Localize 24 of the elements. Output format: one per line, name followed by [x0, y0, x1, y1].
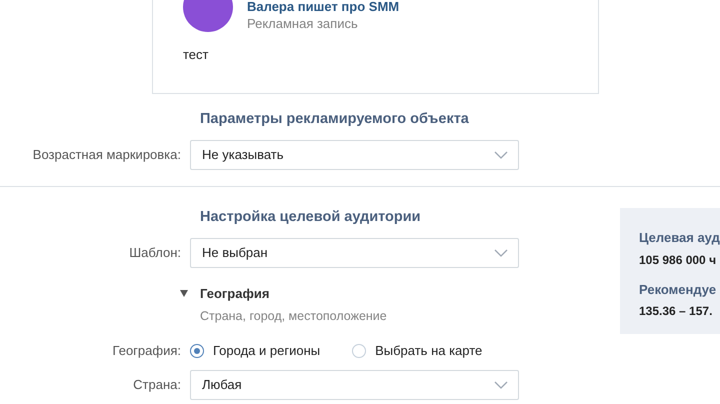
dropdown-field[interactable]: Не указывать [190, 140, 519, 170]
dropdown-field[interactable]: Не выбран [190, 238, 519, 268]
field-label: Страна: [132, 376, 182, 394]
summary-title: Целевая ауд [639, 229, 720, 247]
field-label: География: [112, 342, 182, 360]
summary-value: 105 986 000 ч [639, 252, 718, 268]
post-text: тест [183, 46, 210, 64]
field-label: Возрастная маркировка: [32, 146, 182, 164]
group-title[interactable]: География [200, 284, 270, 304]
summary-value: 135.36 – 157. [639, 303, 714, 320]
radio-option[interactable]: Города и регионы [190, 341, 320, 360]
summary-title: Рекомендуе [639, 280, 718, 299]
dropdown-field[interactable]: Любая [190, 370, 519, 400]
expand-toggle-icon[interactable] [180, 290, 189, 297]
section-heading: Параметры рекламируемого объекта [200, 110, 470, 129]
author-name[interactable]: Валера пишет про SMM [247, 0, 400, 14]
radio-option[interactable]: Выбрать на карте [352, 341, 482, 360]
group-hint: Страна, город, местоположение [200, 308, 388, 326]
chevron-down-icon [494, 380, 508, 388]
field-label: Шаблон: [128, 244, 182, 262]
chevron-down-icon [494, 248, 508, 257]
post-subtitle: Рекламная запись [247, 15, 359, 33]
section-heading: Настройка целевой аудитории [200, 208, 422, 227]
chevron-down-icon [494, 150, 508, 159]
